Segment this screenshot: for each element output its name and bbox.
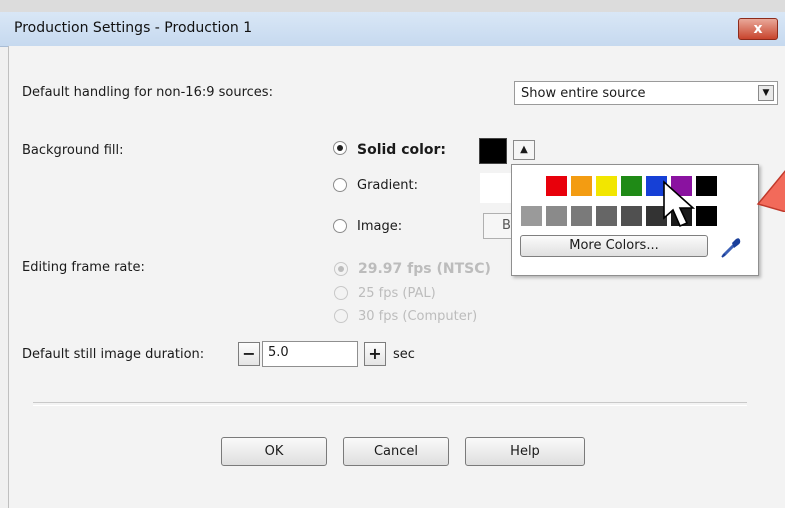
color-swatch-row1-2[interactable]: [570, 175, 593, 197]
still-duration-label: Default still image duration:: [22, 347, 205, 362]
nonwide-select[interactable]: Show entire source ▼: [514, 81, 778, 105]
close-button[interactable]: x: [738, 18, 778, 40]
titlebar: Production Settings - Production 1 x: [0, 12, 785, 47]
bgfill-label: Background fill:: [22, 143, 124, 158]
fps-pal-radio[interactable]: [334, 286, 348, 300]
color-swatch-row2-3[interactable]: [595, 205, 618, 227]
decrement-button[interactable]: −: [238, 342, 260, 366]
fps-ntsc-radio[interactable]: [334, 262, 348, 276]
window-title: Production Settings - Production 1: [14, 20, 253, 36]
image-radio[interactable]: [333, 219, 347, 233]
more-colors-label: More Colors...: [569, 238, 659, 253]
still-duration-value: 5.0: [268, 345, 289, 360]
cancel-button[interactable]: Cancel: [343, 437, 449, 466]
gradient-label: Gradient:: [357, 178, 418, 193]
close-icon: x: [753, 21, 763, 37]
color-swatch-row1-3[interactable]: [595, 175, 618, 197]
color-swatch-row1-0[interactable]: [520, 175, 543, 197]
image-label: Image:: [357, 219, 403, 234]
browse-button-label: B: [502, 218, 511, 233]
color-swatch-row2-4[interactable]: [620, 205, 643, 227]
color-swatch-row1-4[interactable]: [620, 175, 643, 197]
color-swatch-row2-0[interactable]: [520, 205, 543, 227]
minus-icon: −: [242, 344, 256, 363]
mouse-pointer-icon: [663, 180, 696, 228]
top-strip: [0, 0, 785, 12]
color-swatch-row1-1[interactable]: [545, 175, 568, 197]
fps-computer-radio[interactable]: [334, 309, 348, 323]
help-button[interactable]: Help: [465, 437, 585, 466]
color-swatch-row2-1[interactable]: [545, 205, 568, 227]
solid-color-swatch[interactable]: [479, 138, 507, 164]
more-colors-button[interactable]: More Colors...: [520, 235, 708, 257]
solid-color-label: Solid color:: [357, 142, 447, 158]
still-duration-input[interactable]: 5.0: [262, 341, 358, 367]
color-picker-popup: More Colors...: [511, 164, 759, 276]
fps-ntsc-label: 29.97 fps (NTSC): [358, 261, 491, 277]
cancel-button-label: Cancel: [373, 444, 419, 459]
eyedropper-icon[interactable]: [718, 235, 744, 261]
help-button-label: Help: [510, 444, 540, 459]
gradient-radio[interactable]: [333, 178, 347, 192]
fps-computer-label: 30 fps (Computer): [358, 309, 478, 324]
nonwide-label: Default handling for non-16:9 sources:: [22, 85, 273, 100]
ok-button-label: OK: [264, 444, 284, 459]
fps-pal-label: 25 fps (PAL): [358, 286, 436, 301]
still-duration-unit: sec: [393, 347, 415, 362]
plus-icon: +: [368, 344, 382, 363]
chevron-down-icon[interactable]: ▼: [758, 85, 774, 101]
divider: [33, 402, 747, 406]
ok-button[interactable]: OK: [221, 437, 327, 466]
red-arrow-icon: [756, 170, 785, 212]
framerate-label: Editing frame rate:: [22, 260, 145, 275]
color-swatch-row2-2[interactable]: [570, 205, 593, 227]
chevron-up-icon[interactable]: ▲: [513, 140, 535, 160]
increment-button[interactable]: +: [364, 342, 386, 366]
solid-color-radio[interactable]: [333, 141, 347, 155]
nonwide-select-value: Show entire source: [521, 86, 646, 101]
